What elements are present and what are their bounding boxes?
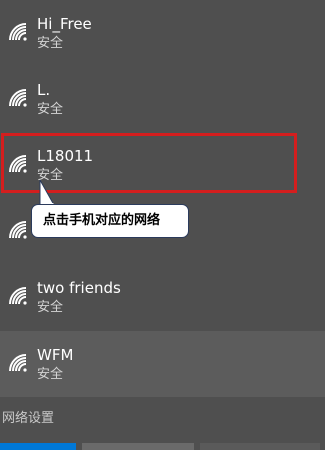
- wifi-icon: [9, 23, 27, 41]
- network-security-status: 安全: [37, 300, 64, 315]
- network-name: WFM: [37, 346, 74, 364]
- network-security-status: 安全: [37, 36, 64, 51]
- airplane-mode-button[interactable]: [82, 443, 194, 450]
- callout-pointer: [39, 180, 55, 206]
- network-name: Hi_Free: [37, 15, 92, 33]
- mobile-hotspot-button[interactable]: [200, 443, 320, 450]
- network-item-wfm[interactable]: WFM 安全: [0, 331, 325, 397]
- network-security-status: 安全: [37, 102, 64, 117]
- network-name: two friends: [37, 279, 121, 297]
- network-name: L.: [37, 81, 51, 99]
- wifi-icon: [9, 354, 27, 372]
- network-item-two-friends[interactable]: two friends 安全: [0, 264, 325, 330]
- callout-tooltip: 点击手机对应的网络: [31, 204, 189, 238]
- wifi-toggle-button[interactable]: [0, 443, 76, 450]
- callout-text: 点击手机对应的网络: [43, 213, 161, 228]
- network-item-l[interactable]: L. 安全: [0, 66, 325, 132]
- network-item-hi-free[interactable]: Hi_Free 安全: [0, 0, 325, 66]
- wifi-network-panel: Hi_Free 安全 L. 安全 L18011 安全 two friends 安…: [0, 0, 325, 450]
- wifi-icon: [9, 221, 27, 239]
- network-settings-link[interactable]: 网络设置: [2, 410, 54, 428]
- wifi-icon: [9, 287, 27, 305]
- wifi-icon: [9, 89, 27, 107]
- network-security-status: 安全: [37, 367, 64, 382]
